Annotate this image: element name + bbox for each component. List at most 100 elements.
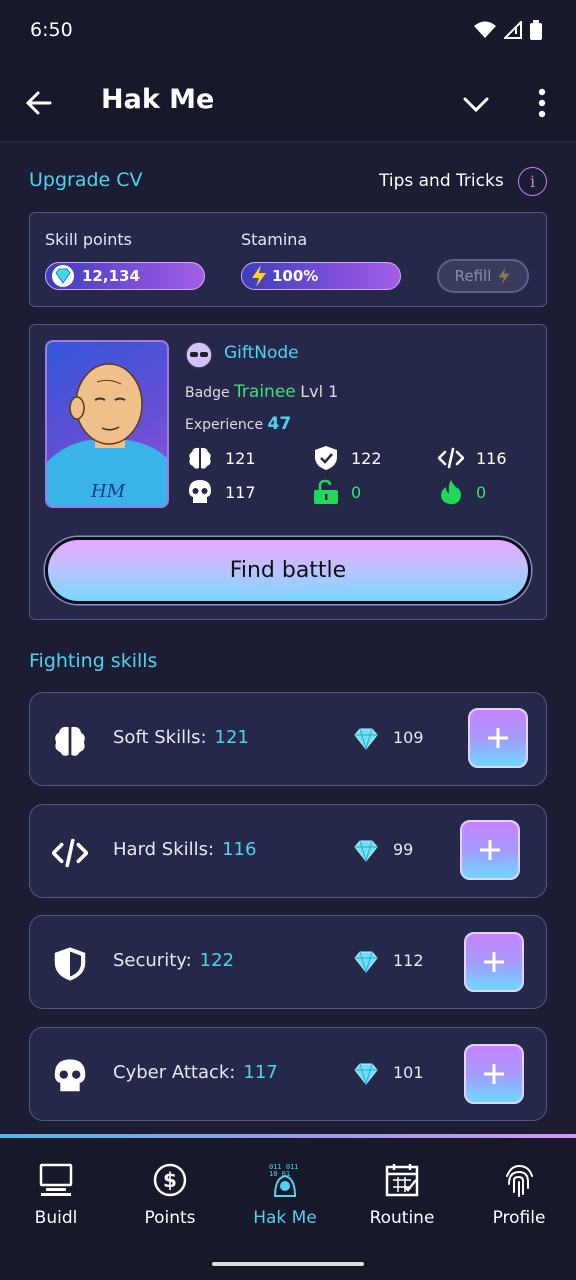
stat-value: 0 (351, 482, 362, 502)
stat-hard: 116 (438, 445, 507, 471)
stat-value: 117 (225, 482, 256, 502)
stamina-label: Stamina (241, 230, 308, 249)
skill-card-cyber-attack: Cyber Attack: 117 101 (29, 1027, 547, 1121)
status-bar: 6:50 (0, 0, 576, 64)
fire-icon (441, 480, 461, 505)
add-cyber-attack-button[interactable] (464, 1044, 524, 1104)
skill-points-pill: 12,134 (45, 262, 205, 290)
badge-line: Badge Trainee Lvl 1 (185, 382, 338, 402)
stat-fire: 0 (438, 479, 486, 505)
home-indicator[interactable] (212, 1262, 364, 1266)
nav-label: Routine (369, 1208, 435, 1228)
username: GiftNode (224, 343, 299, 363)
lightning-icon (498, 267, 510, 285)
info-glyph: i (529, 172, 536, 191)
experience-line: Experience 47 (185, 414, 291, 434)
nav-item-routine[interactable]: Routine (352, 1162, 452, 1228)
stamina-pill: 100% (241, 262, 401, 290)
skill-cost: 101 (393, 1063, 424, 1082)
fighting-skills-title: Fighting skills (29, 650, 158, 672)
code-icon (52, 838, 88, 868)
skill-name: Hard Skills: 116 (113, 839, 256, 860)
app-bar: Hak Me (0, 64, 576, 142)
experience-label: Experience (185, 417, 264, 433)
diamond-icon (354, 728, 378, 751)
stat-value: 0 (476, 482, 487, 502)
battery-icon (530, 20, 542, 40)
skill-value: 117 (243, 1062, 278, 1083)
nav-label: Points (144, 1208, 196, 1228)
plus-icon (484, 1064, 504, 1084)
skill-cost: 112 (393, 951, 424, 970)
find-battle-label: Find battle (229, 558, 347, 583)
brain-icon (55, 726, 85, 756)
skill-cost: 109 (393, 728, 424, 747)
nav-divider (0, 1134, 576, 1138)
skull-icon (54, 1059, 86, 1092)
skill-name: Cyber Attack: 117 (113, 1062, 278, 1083)
avatar-illustration: HM (47, 363, 167, 506)
unlock-icon (314, 479, 338, 504)
nav-label: Hak Me (253, 1208, 317, 1228)
status-time: 6:50 (30, 19, 73, 41)
stat-soft: 121 (187, 445, 256, 471)
upgrade-cv-title: Upgrade CV (29, 169, 143, 191)
info-icon[interactable]: i (518, 167, 547, 196)
skill-card-security: Security: 122 112 (29, 915, 547, 1009)
skill-name: Security: 122 (113, 950, 234, 971)
nav-item-points[interactable]: $ Points (120, 1162, 220, 1228)
status-icons (474, 20, 542, 40)
nav-item-buidl[interactable]: Buidl (6, 1162, 106, 1228)
signal-icon (504, 21, 522, 39)
skill-card-soft: Soft Skills: 121 109 (29, 692, 547, 786)
stat-value: 121 (225, 448, 256, 468)
plus-icon (484, 952, 504, 972)
badge-value: Trainee (234, 382, 296, 402)
stat-unlock: 0 (313, 479, 361, 505)
skill-label: Hard Skills: (113, 839, 215, 860)
chevron-down-icon[interactable] (460, 88, 492, 120)
add-soft-skills-button[interactable] (468, 708, 528, 768)
shield-icon (54, 947, 86, 981)
skill-label: Security: (113, 950, 192, 971)
add-security-button[interactable] (464, 932, 524, 992)
skill-name: Soft Skills: 121 (113, 727, 249, 748)
badge-level: Lvl 1 (300, 382, 339, 401)
refill-label: Refill (454, 267, 492, 285)
shield-check-icon (315, 446, 337, 470)
nav-item-hak-me[interactable]: 011 011 10 01 Hak Me (235, 1162, 335, 1228)
brain-icon (189, 447, 211, 469)
tips-and-tricks-link[interactable]: Tips and Tricks (379, 171, 504, 191)
nav-item-profile[interactable]: Profile (469, 1162, 569, 1228)
skill-value: 116 (222, 839, 257, 860)
skill-value: 122 (199, 950, 235, 971)
user-glasses-icon (185, 341, 213, 369)
diamond-icon (354, 951, 378, 974)
skill-label: Cyber Attack: (113, 1062, 236, 1083)
avatar-shirt-text: HM (90, 481, 126, 502)
nav-label: Buidl (34, 1208, 78, 1228)
diamond-icon (354, 1063, 378, 1086)
fingerprint-icon (506, 1164, 533, 1197)
calendar-icon (385, 1164, 419, 1197)
plus-icon (488, 728, 508, 748)
skill-card-hard: Hard Skills: 116 99 (29, 804, 547, 898)
skull-icon (189, 480, 211, 503)
dollar-icon: $ (153, 1163, 187, 1197)
find-battle-button[interactable]: Find battle (45, 537, 531, 604)
computer-icon (39, 1163, 73, 1196)
add-hard-skills-button[interactable] (460, 820, 520, 880)
skill-points-value: 12,134 (82, 267, 140, 285)
svg-text:$: $ (163, 1168, 177, 1192)
refill-button[interactable]: Refill (437, 259, 529, 293)
skill-points-label: Skill points (45, 230, 132, 249)
experience-value: 47 (267, 414, 292, 434)
stat-attack: 117 (187, 479, 256, 505)
stamina-value: 100% (272, 267, 319, 285)
page-title: Hak Me (101, 84, 215, 115)
lightning-icon (252, 265, 266, 287)
back-arrow-icon[interactable] (22, 86, 56, 120)
more-vert-icon[interactable] (530, 86, 554, 120)
plus-icon (480, 840, 500, 860)
skill-label: Soft Skills: (113, 727, 207, 748)
